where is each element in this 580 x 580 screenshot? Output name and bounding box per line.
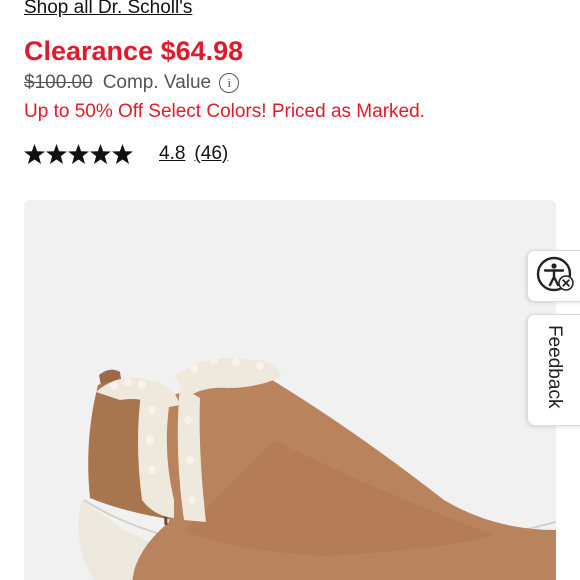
feedback-button[interactable]: Feedback bbox=[527, 314, 580, 426]
review-count[interactable]: (46) bbox=[194, 143, 228, 165]
accessibility-button[interactable] bbox=[527, 250, 580, 302]
comp-value-label: Comp. Value bbox=[102, 72, 212, 93]
feedback-label: Feedback bbox=[544, 325, 565, 409]
star-icon bbox=[24, 144, 45, 164]
rating-row[interactable]: 4.8 (46) bbox=[24, 143, 228, 165]
shop-brand-link[interactable]: Shop all Dr. Scholl's bbox=[24, 0, 192, 19]
star-icon bbox=[90, 144, 111, 164]
original-price: $100.00 bbox=[24, 72, 93, 93]
star-icon bbox=[68, 144, 89, 164]
product-page: Shop all Dr. Scholl's Clearance $64.98 $… bbox=[0, 0, 580, 580]
product-image bbox=[78, 356, 556, 580]
info-icon[interactable]: i bbox=[219, 73, 240, 93]
rating-value[interactable]: 4.8 bbox=[159, 143, 185, 165]
product-image-panel[interactable] bbox=[24, 200, 556, 580]
star-icon bbox=[46, 144, 67, 164]
comp-value-row: $100.00 Comp. Value i bbox=[24, 72, 240, 94]
star-icon bbox=[112, 144, 133, 164]
sale-price: Clearance $64.98 bbox=[24, 36, 244, 66]
accessibility-icon bbox=[536, 256, 574, 292]
promo-text: Up to 50% Off Select Colors! Priced as M… bbox=[24, 101, 425, 122]
star-rating bbox=[24, 144, 133, 164]
